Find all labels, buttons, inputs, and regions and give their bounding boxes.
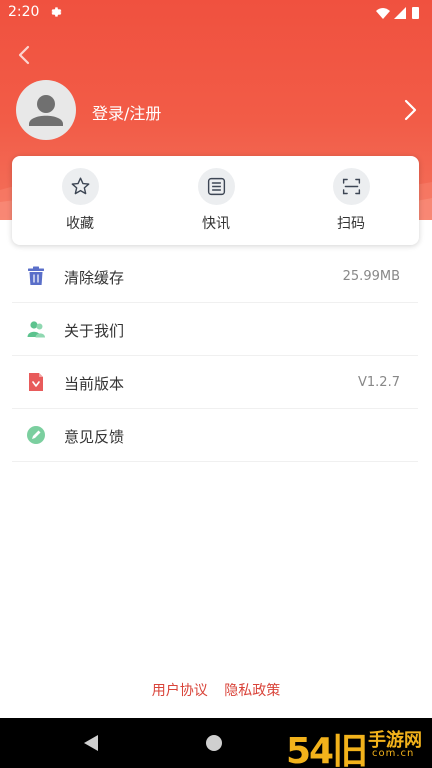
list-item-label: 当前版本 [64,375,125,393]
people-icon [27,321,45,338]
list-item-clear-cache[interactable]: 清除缓存 25.99MB [12,250,418,303]
back-chevron-icon[interactable] [14,44,34,66]
quick-actions-card: 收藏 快讯 扫码 [12,156,419,245]
feedback-pencil-icon [27,426,45,444]
quick-action-favorites[interactable]: 收藏 [40,168,120,238]
watermark-digits: 54旧 [286,731,368,768]
news-list-icon [207,177,225,196]
status-icons [376,7,419,19]
scan-icon [342,178,360,195]
status-time: 2:20 [8,4,40,20]
chevron-right-icon[interactable] [400,98,420,122]
user-agreement-link[interactable]: 用户协议 [152,683,208,699]
default-user-icon [29,95,63,126]
login-register-link[interactable]: 登录/注册 [92,100,161,124]
quick-action-label: 收藏 [66,216,94,232]
quick-action-scan[interactable]: 扫码 [311,168,391,238]
trash-icon [28,266,44,285]
star-icon [71,177,89,195]
battery-icon [412,7,419,19]
footer-links: 用户协议 隐私政策 [0,680,432,700]
list-item-about-us[interactable]: 关于我们 [12,303,418,356]
nav-back-icon[interactable] [82,733,100,753]
watermark-domain: com.cn [372,748,415,759]
list-item-current-version[interactable]: 当前版本 V1.2.7 [12,356,418,409]
privacy-policy-link[interactable]: 隐私政策 [224,683,280,699]
list-item-label: 清除缓存 [64,269,125,287]
cache-size-value: 25.99MB [342,269,400,284]
list-item-label: 意见反馈 [64,428,125,446]
gear-icon [51,7,62,17]
status-bar: 2:20 [0,0,432,26]
signal-icon [394,7,406,19]
wifi-icon [376,8,390,19]
quick-action-label: 扫码 [337,216,365,232]
avatar[interactable] [16,80,76,140]
nav-home-icon[interactable] [206,734,222,751]
watermark-logo: 54旧 手游网 com.cn [280,714,432,768]
quick-action-label: 快讯 [202,216,230,232]
settings-list: 清除缓存 25.99MB 关于我们 当前版本 V1.2.7 意见反馈 [12,250,418,462]
version-file-icon [29,373,43,391]
mine-screen: 2:20 登录/注册 收藏 快讯 扫码 清除缓存 25.99MB 关于我们 当前… [0,0,432,768]
list-item-feedback[interactable]: 意见反馈 [12,409,418,462]
list-item-label: 关于我们 [64,322,125,340]
quick-action-news[interactable]: 快讯 [176,168,256,238]
version-value: V1.2.7 [358,375,400,390]
